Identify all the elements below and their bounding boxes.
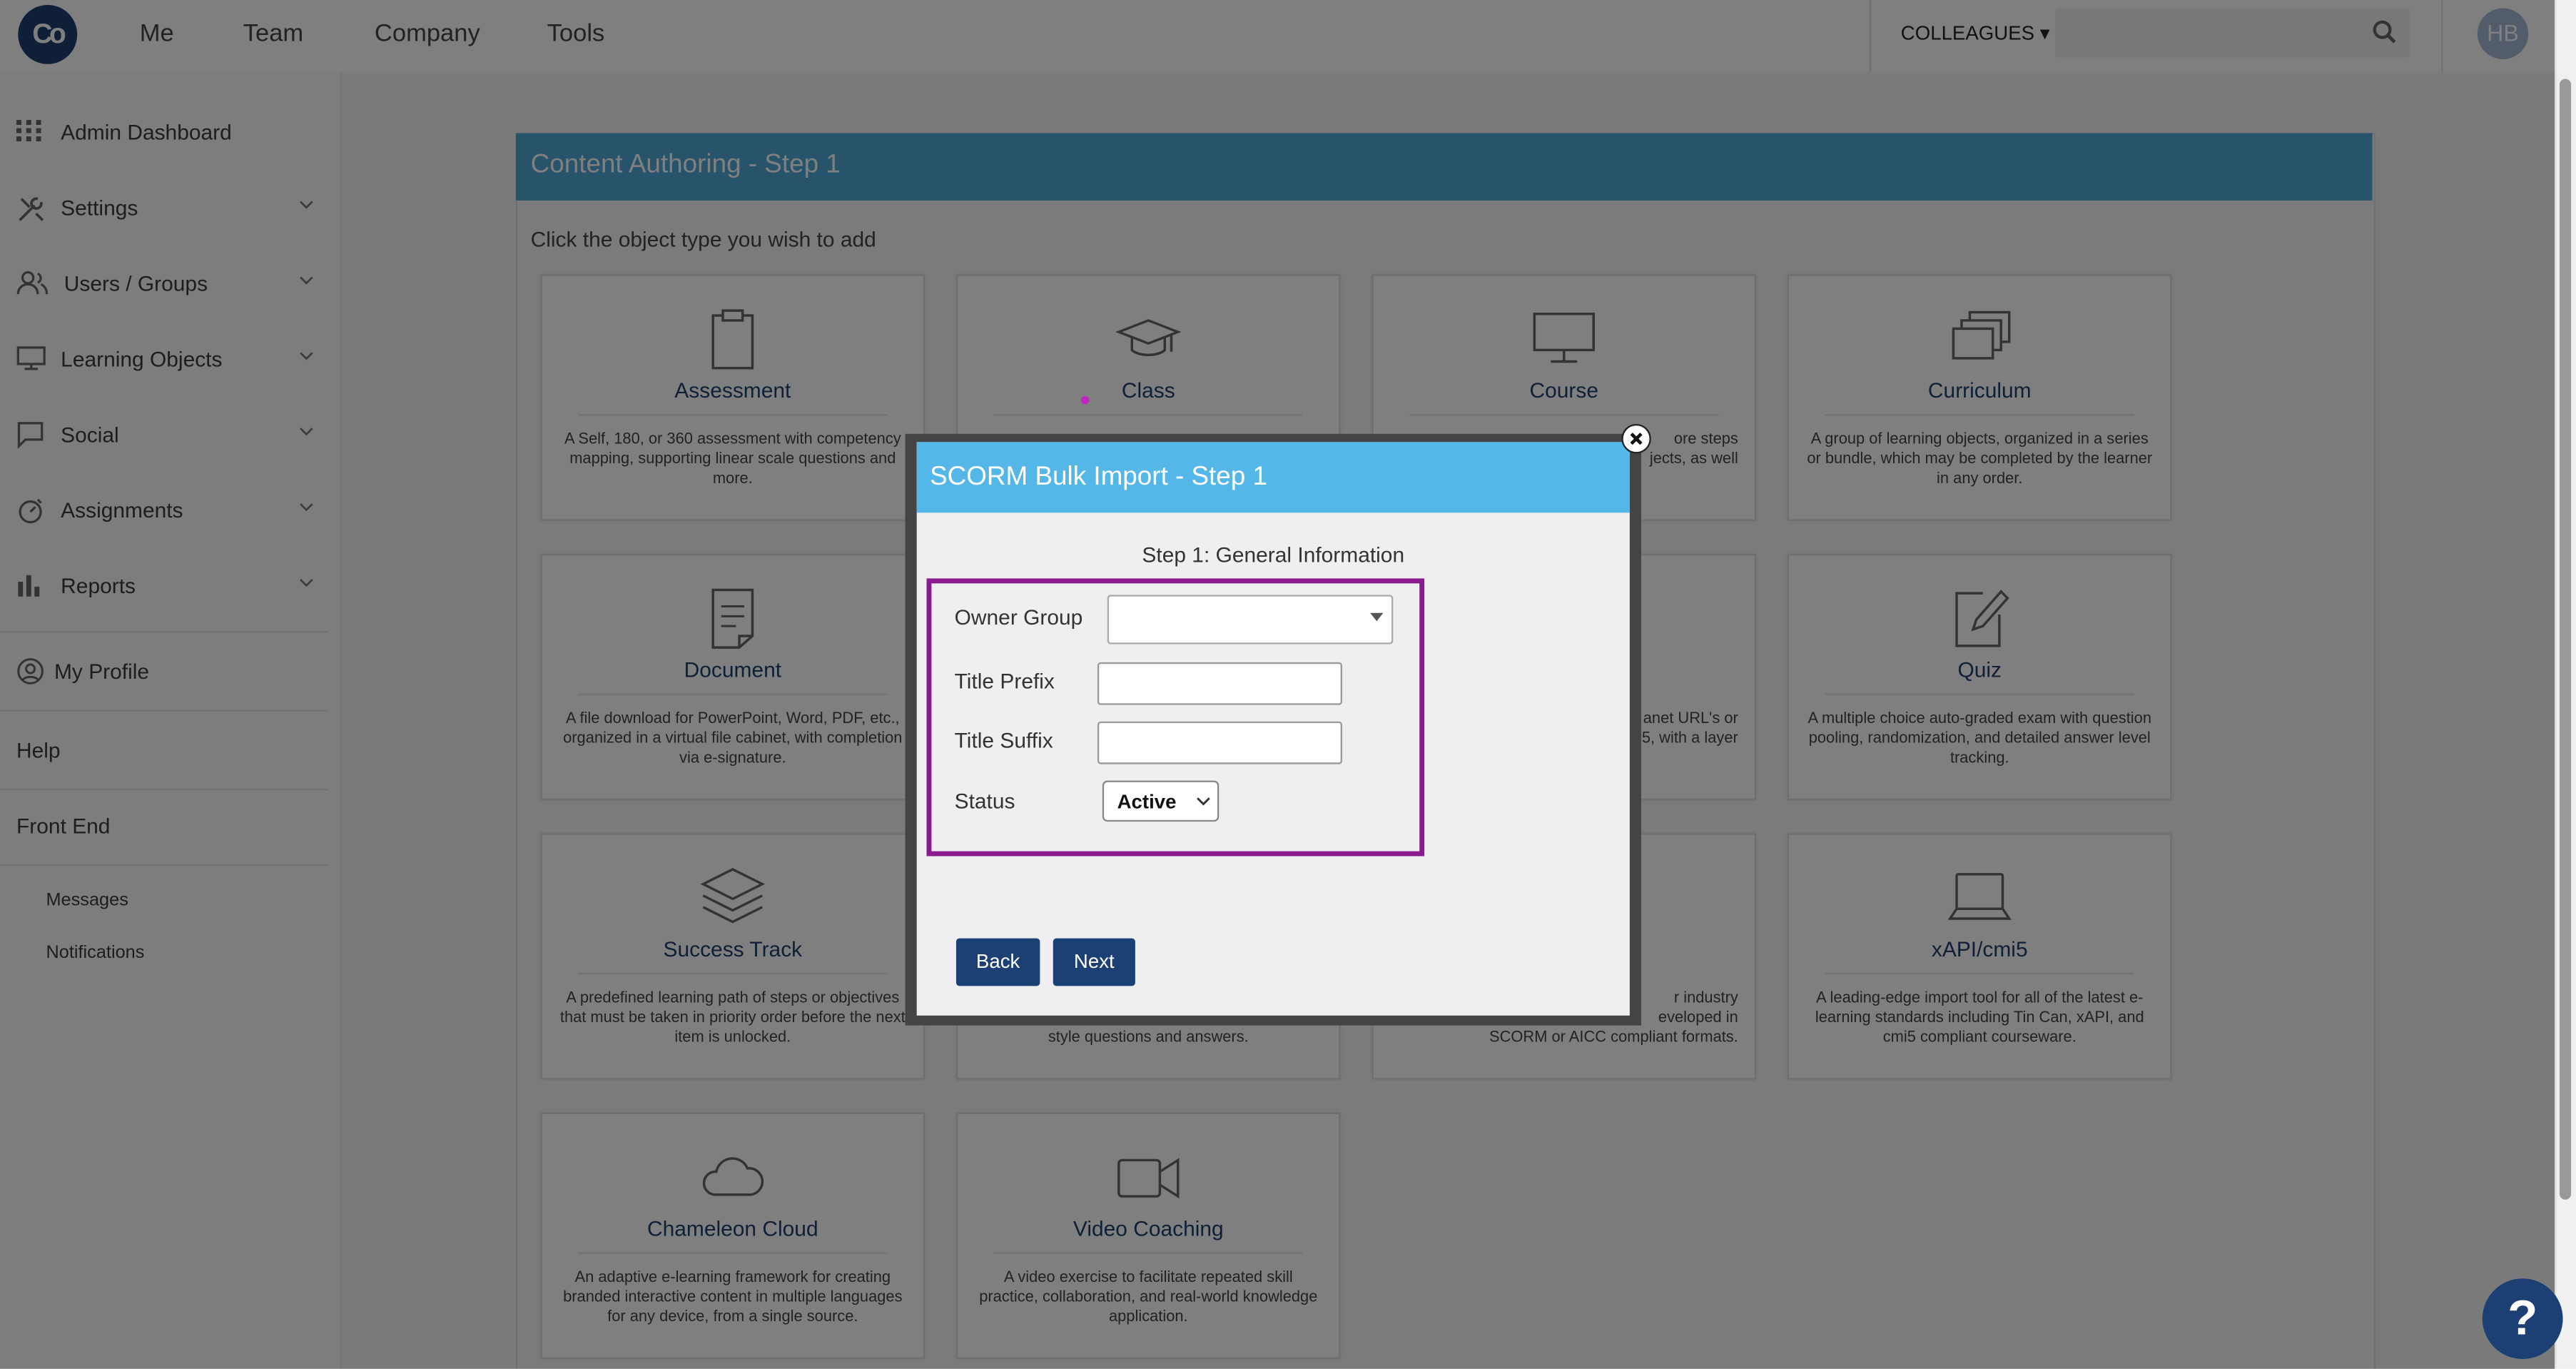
cursor-dot (1080, 395, 1090, 405)
back-button[interactable]: Back (955, 938, 1040, 986)
chevron-down-icon (1197, 797, 1210, 806)
help-button[interactable]: ? (2482, 1278, 2563, 1360)
title-suffix-input[interactable] (1097, 721, 1342, 764)
title-prefix-input[interactable] (1097, 662, 1342, 705)
next-button[interactable]: Next (1053, 938, 1135, 986)
modal-header: SCORM Bulk Import - Step 1 (916, 442, 1630, 513)
modal-title: SCORM Bulk Import - Step 1 (930, 463, 1267, 492)
title-suffix-label: Title Suffix (954, 727, 1053, 753)
title-prefix-label: Title Prefix (954, 669, 1055, 694)
close-icon[interactable] (1621, 423, 1651, 454)
status-label: Status (954, 789, 1015, 814)
status-select[interactable]: Active (1102, 780, 1219, 822)
scrollbar-thumb[interactable] (2559, 79, 2572, 1200)
owner-group-select[interactable] (1107, 595, 1394, 645)
caret-down-icon (1370, 612, 1384, 622)
step-title: Step 1: General Information (1142, 542, 1405, 567)
owner-group-label: Owner Group (954, 605, 1083, 630)
status-value: Active (1117, 790, 1177, 814)
